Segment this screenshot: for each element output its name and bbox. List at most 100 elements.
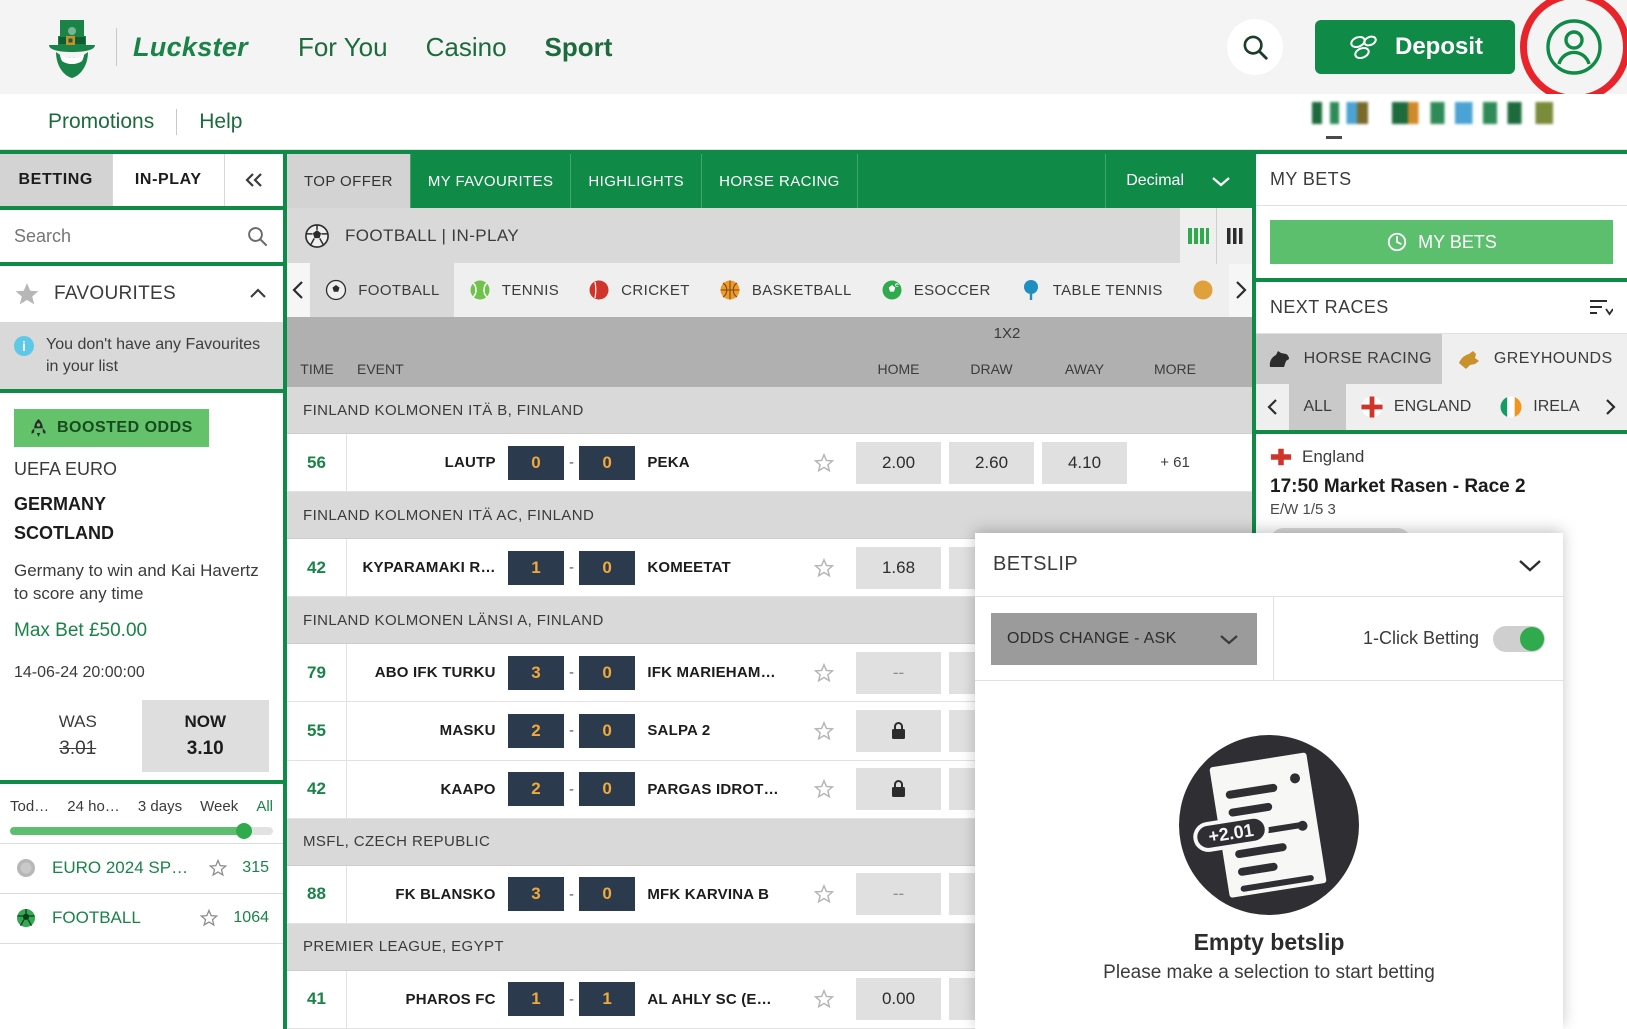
- odd-home[interactable]: 1.68: [856, 547, 941, 589]
- ireland-flag-icon: [1499, 395, 1523, 419]
- favourite-toggle[interactable]: [796, 971, 852, 1028]
- odd-home[interactable]: 2.00: [856, 442, 941, 484]
- time-filter-3days[interactable]: 3 days: [138, 798, 182, 815]
- odd-draw[interactable]: 2.60: [949, 442, 1034, 484]
- score-away: 0: [579, 877, 636, 911]
- betslip-header[interactable]: BETSLIP: [975, 533, 1563, 597]
- sport-item-football[interactable]: FOOTBALL 1064: [0, 894, 283, 944]
- account-button[interactable]: [1543, 16, 1605, 78]
- race-tab-horse-racing[interactable]: HORSE RACING: [1256, 334, 1442, 384]
- score-separator: -: [564, 781, 579, 798]
- search-icon[interactable]: [245, 224, 269, 248]
- sport-tab-table-tennis[interactable]: TABLE TENNIS: [1005, 263, 1177, 317]
- team-home: LAUTP: [347, 454, 508, 471]
- search-button[interactable]: [1227, 19, 1283, 75]
- time-filter-slider[interactable]: [10, 827, 273, 835]
- my-bets-button[interactable]: MY BETS: [1270, 220, 1613, 264]
- sub-header: Promotions Help: [0, 94, 1627, 150]
- sport-tab-football[interactable]: FOOTBALL: [310, 263, 454, 317]
- sort-icon[interactable]: [1587, 296, 1613, 320]
- race-country-strip: ALL ENGLAND: [1256, 384, 1627, 434]
- star-outline-icon: [813, 720, 835, 742]
- tab-in-play[interactable]: IN-PLAY: [113, 154, 226, 206]
- odds-format-selector[interactable]: Decimal: [1106, 154, 1252, 208]
- chevron-up-icon[interactable]: [247, 286, 269, 302]
- tab-horse-racing[interactable]: HORSE RACING: [702, 154, 858, 208]
- horse-icon: [1266, 347, 1292, 371]
- time-filter-today[interactable]: Tod…: [10, 798, 49, 815]
- nav-sport[interactable]: Sport: [545, 32, 613, 63]
- one-click-toggle[interactable]: [1493, 626, 1545, 652]
- country-tab-england[interactable]: ENGLAND: [1346, 384, 1485, 430]
- boost-was-cell: WAS 3.01: [14, 700, 142, 772]
- nav-for-you[interactable]: For You: [298, 32, 388, 63]
- sport-tab-partial[interactable]: [1177, 263, 1229, 317]
- grid-view-3-button[interactable]: [1216, 208, 1252, 264]
- tab-top-offer[interactable]: TOP OFFER: [287, 154, 411, 208]
- favourite-toggle[interactable]: [796, 866, 852, 923]
- match-event: FK BLANSKO 3 - 0 MFK KARVINA B: [347, 866, 796, 923]
- sport-tab-cricket[interactable]: CRICKET: [573, 263, 704, 317]
- boosted-odds-badge[interactable]: BOOSTED ODDS: [14, 409, 209, 447]
- country-strip-prev[interactable]: [1256, 384, 1289, 430]
- odd-home[interactable]: 0.00: [856, 978, 941, 1020]
- england-flag-icon: [1270, 446, 1292, 468]
- time-filter-24h[interactable]: 24 ho…: [67, 798, 120, 815]
- odd-home-locked[interactable]: [856, 710, 941, 752]
- sidebar-search[interactable]: [0, 210, 283, 266]
- country-strip-next[interactable]: [1594, 384, 1627, 430]
- nav-casino[interactable]: Casino: [426, 32, 507, 63]
- favourite-toggle[interactable]: [796, 539, 852, 596]
- sport-tab-label: TABLE TENNIS: [1053, 282, 1163, 299]
- chevron-down-icon[interactable]: [1515, 555, 1545, 575]
- sport-tab-tennis[interactable]: TENNIS: [454, 263, 573, 317]
- star-outline-icon[interactable]: [208, 858, 228, 878]
- odd-home[interactable]: --: [856, 652, 941, 694]
- race-tab-greyhounds[interactable]: GREYHOUNDS: [1442, 334, 1627, 384]
- time-filter-slider-knob[interactable]: [236, 823, 252, 839]
- time-filter-week[interactable]: Week: [200, 798, 238, 815]
- race-tab-label: GREYHOUNDS: [1494, 350, 1613, 368]
- favourite-toggle[interactable]: [796, 702, 852, 759]
- score-separator: -: [564, 991, 579, 1008]
- time-filter-all[interactable]: All: [256, 798, 273, 815]
- sport-tab-basketball[interactable]: BASKETBALL: [704, 263, 866, 317]
- subnav-help[interactable]: Help: [199, 110, 242, 134]
- table-row[interactable]: 56 LAUTP 0 - 0 PEKA 2.00 2.60 4.10: [287, 434, 1252, 492]
- odd-home[interactable]: --: [856, 873, 941, 915]
- sport-tab-esoccer[interactable]: e ESOCCER: [866, 263, 1005, 317]
- boost-now-cell[interactable]: NOW 3.10: [142, 700, 270, 772]
- view-toggle-group: [1180, 208, 1252, 264]
- sport-strip-next[interactable]: [1229, 263, 1252, 317]
- more-markets[interactable]: + 61: [1131, 454, 1219, 471]
- star-outline-icon: [813, 452, 835, 474]
- tab-highlights[interactable]: HIGHLIGHTS: [571, 154, 702, 208]
- tab-my-favourites[interactable]: MY FAVOURITES: [411, 154, 572, 208]
- odd-away[interactable]: 4.10: [1042, 442, 1127, 484]
- tab-betting[interactable]: BETTING: [0, 154, 113, 206]
- favourite-toggle[interactable]: [796, 434, 852, 491]
- favourite-toggle[interactable]: [796, 761, 852, 818]
- subnav-promotions[interactable]: Promotions: [48, 110, 154, 134]
- sidebar-collapse-button[interactable]: [225, 154, 283, 206]
- score-separator: -: [564, 454, 579, 471]
- betslip-empty-subtitle: Please make a selection to start betting: [1103, 962, 1435, 984]
- grid-view-4-button[interactable]: [1180, 208, 1216, 264]
- country-tab-ireland[interactable]: IRELA: [1485, 384, 1593, 430]
- sport-strip-prev[interactable]: [287, 263, 310, 317]
- sport-item-euro-2024[interactable]: EURO 2024 SPECIA… 315: [0, 844, 283, 894]
- star-outline-icon[interactable]: [199, 908, 219, 928]
- odd-home-locked[interactable]: [856, 768, 941, 810]
- favourites-header[interactable]: FAVOURITES: [0, 266, 283, 322]
- betslip-empty-state: +2.01 Empty betslip Please make a select…: [975, 681, 1563, 1029]
- deposit-button[interactable]: Deposit: [1315, 20, 1515, 74]
- favourite-toggle[interactable]: [796, 644, 852, 701]
- odds-change-label: ODDS CHANGE - ASK: [1007, 630, 1217, 648]
- search-input[interactable]: [14, 226, 214, 247]
- logo[interactable]: Luckster: [44, 16, 248, 78]
- deposit-label: Deposit: [1395, 33, 1483, 61]
- country-tab-all[interactable]: ALL: [1289, 384, 1345, 430]
- boosted-odds-body: UEFA EURO GERMANY SCOTLAND Germany to wi…: [0, 447, 283, 779]
- team-home: KAAPO: [347, 781, 508, 798]
- odds-change-select[interactable]: ODDS CHANGE - ASK: [991, 613, 1257, 665]
